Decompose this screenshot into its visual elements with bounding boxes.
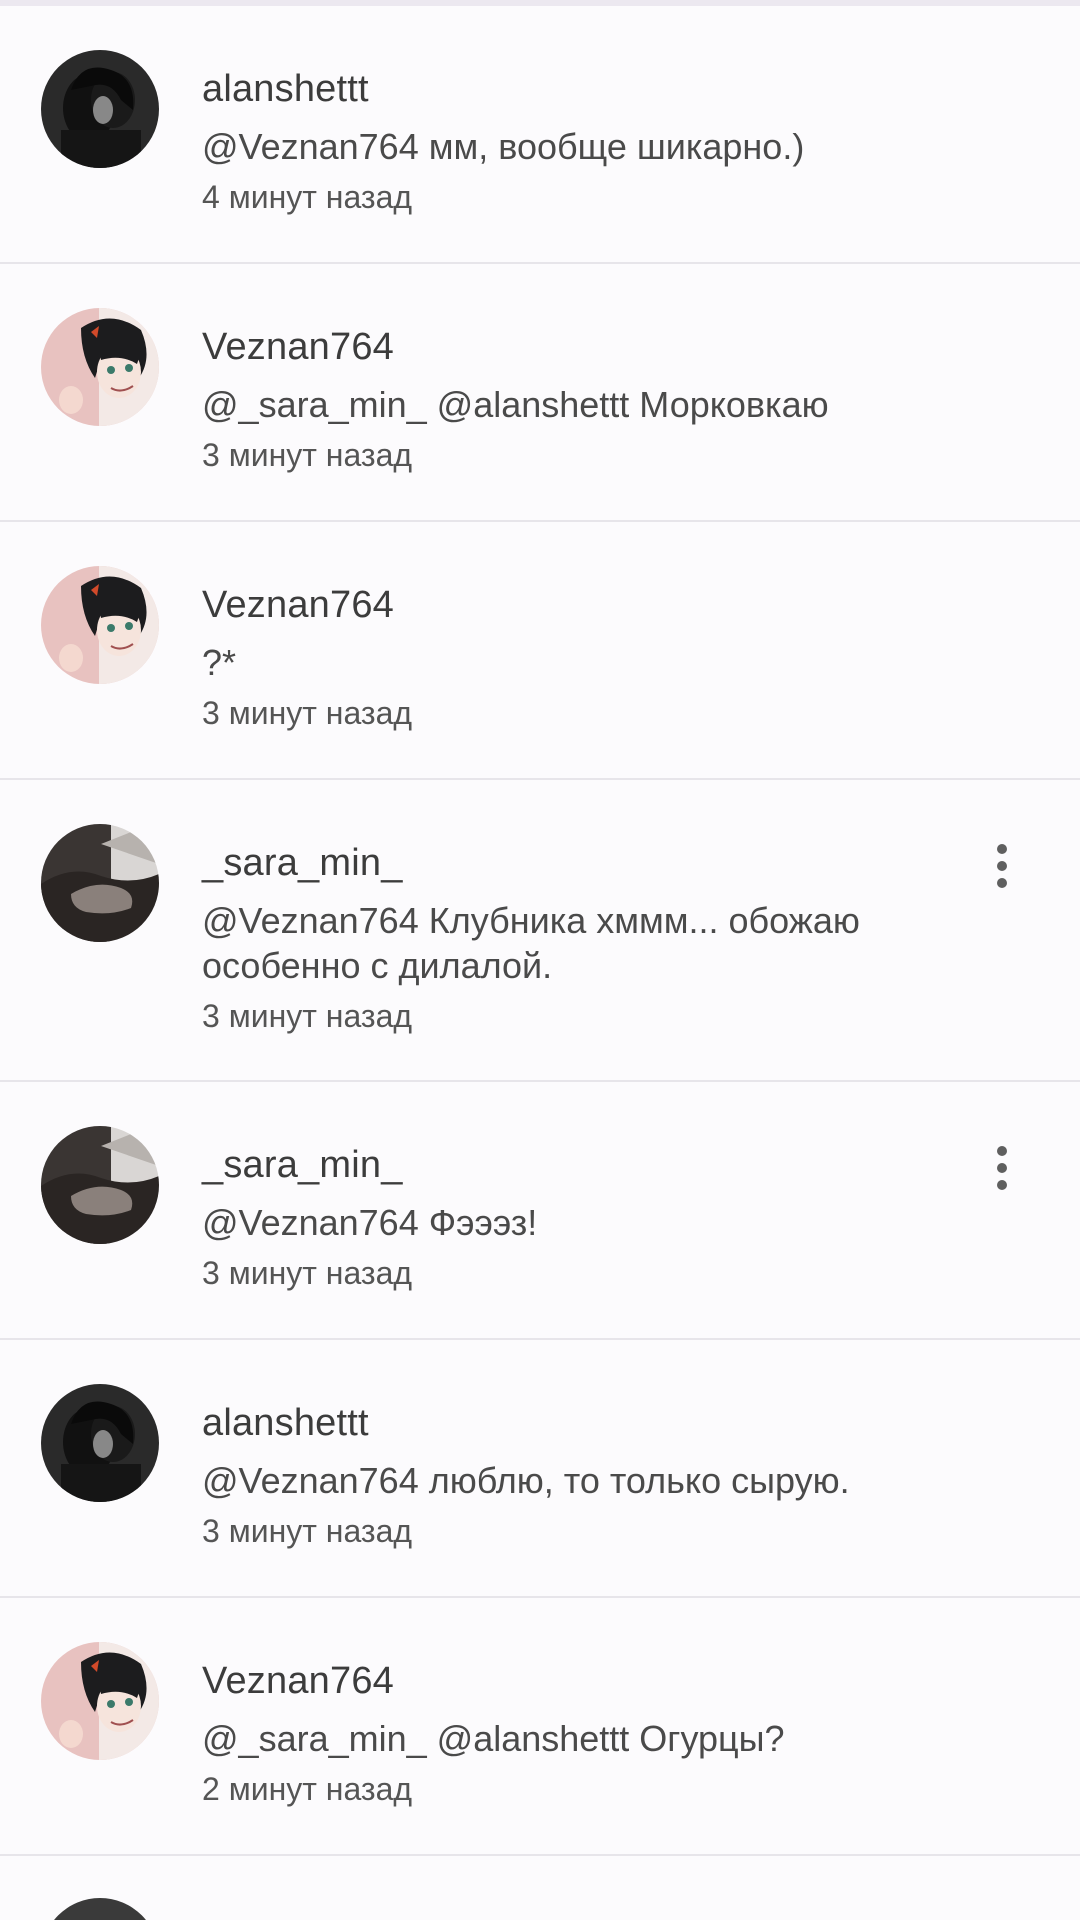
- comment-time: 3 минут назад: [202, 695, 413, 731]
- menu-dot: [997, 878, 1007, 888]
- anime-boy-avatar: [41, 1642, 159, 1760]
- dark-couple-avatar: [41, 1384, 159, 1502]
- comment-content: _sara_min_ @Veznan764 Клубника хммм... о…: [202, 840, 940, 1036]
- comment-item[interactable]: Veznan764 ?* 3 минут назад: [0, 522, 1080, 780]
- comment-time: 3 минут назад: [202, 998, 413, 1034]
- avatar[interactable]: [41, 1126, 159, 1244]
- comment-item[interactable]: _sara_min_ @Veznan764 Клубника хммм... о…: [0, 780, 1080, 1082]
- comment-username[interactable]: Veznan764: [202, 324, 940, 370]
- avatar[interactable]: [41, 1642, 159, 1760]
- comment-text: @_sara_min_ @alanshettt Огурцы?: [202, 1718, 785, 1759]
- menu-dot: [997, 861, 1007, 871]
- avatar[interactable]: [41, 566, 159, 684]
- menu-dot: [997, 1180, 1007, 1190]
- avatar[interactable]: [41, 824, 159, 942]
- comment-content: Veznan764 @_sara_min_ @alanshettt Морков…: [202, 324, 940, 475]
- comment-text: @_sara_min_ @alanshettt Морковкаю: [202, 384, 829, 425]
- comment-text: @Veznan764 люблю, то только сырую.: [202, 1460, 850, 1501]
- comment-item[interactable]: Veznan764 @_sara_min_ @alanshettt Огурцы…: [0, 1598, 1080, 1856]
- comment-item[interactable]: alanshettt @Veznan764 люблю, то только с…: [0, 1340, 1080, 1598]
- dark-couple-avatar: [41, 50, 159, 168]
- menu-dot: [997, 844, 1007, 854]
- comment-time: 4 минут назад: [202, 179, 413, 215]
- comment-username[interactable]: _sara_min_: [202, 840, 940, 886]
- avatar[interactable]: [41, 308, 159, 426]
- comment-item[interactable]: _sara_min_ @Veznan764 Фэээз! 3 минут наз…: [0, 1082, 1080, 1340]
- comment-time: 3 минут назад: [202, 1255, 413, 1291]
- menu-dot: [997, 1146, 1007, 1156]
- comment-username[interactable]: Veznan764: [202, 582, 940, 628]
- comment-content: Veznan764 @_sara_min_ @alanshettt Огурцы…: [202, 1658, 940, 1809]
- hand-photo-avatar: [41, 824, 159, 942]
- comments-screen: alanshettt @Veznan764 мм, вообще шикарно…: [0, 0, 1080, 1920]
- hand-photo-avatar: [41, 1126, 159, 1244]
- more-vertical-icon[interactable]: [984, 836, 1020, 896]
- comment-time: 2 минут назад: [202, 1771, 413, 1807]
- next-comment-avatar[interactable]: [41, 1898, 159, 1920]
- comment-username[interactable]: alanshettt: [202, 1400, 940, 1446]
- menu-dot: [997, 1163, 1007, 1173]
- comment-text: @Veznan764 Клубника хммм... обожаю особе…: [202, 900, 860, 986]
- comment-content: alanshettt @Veznan764 люблю, то только с…: [202, 1400, 940, 1551]
- comment-time: 3 минут назад: [202, 1513, 413, 1549]
- comment-time: 3 минут назад: [202, 437, 413, 473]
- comment-username[interactable]: _sara_min_: [202, 1142, 940, 1188]
- comment-text: @Veznan764 Фэээз!: [202, 1202, 538, 1243]
- comment-content: _sara_min_ @Veznan764 Фэээз! 3 минут наз…: [202, 1142, 940, 1293]
- comment-content: alanshettt @Veznan764 мм, вообще шикарно…: [202, 66, 940, 217]
- comment-item[interactable]: alanshettt @Veznan764 мм, вообще шикарно…: [0, 6, 1080, 264]
- comment-list: alanshettt @Veznan764 мм, вообще шикарно…: [0, 6, 1080, 1856]
- avatar[interactable]: [41, 1384, 159, 1502]
- comment-content: Veznan764 ?* 3 минут назад: [202, 582, 940, 733]
- comment-username[interactable]: alanshettt: [202, 66, 940, 112]
- more-vertical-icon[interactable]: [984, 1138, 1020, 1198]
- comment-item[interactable]: Veznan764 @_sara_min_ @alanshettt Морков…: [0, 264, 1080, 522]
- anime-boy-avatar: [41, 308, 159, 426]
- comment-username[interactable]: Veznan764: [202, 1658, 940, 1704]
- comment-text: ?*: [202, 642, 237, 683]
- comment-text: @Veznan764 мм, вообще шикарно.): [202, 126, 805, 167]
- avatar[interactable]: [41, 50, 159, 168]
- anime-boy-avatar: [41, 566, 159, 684]
